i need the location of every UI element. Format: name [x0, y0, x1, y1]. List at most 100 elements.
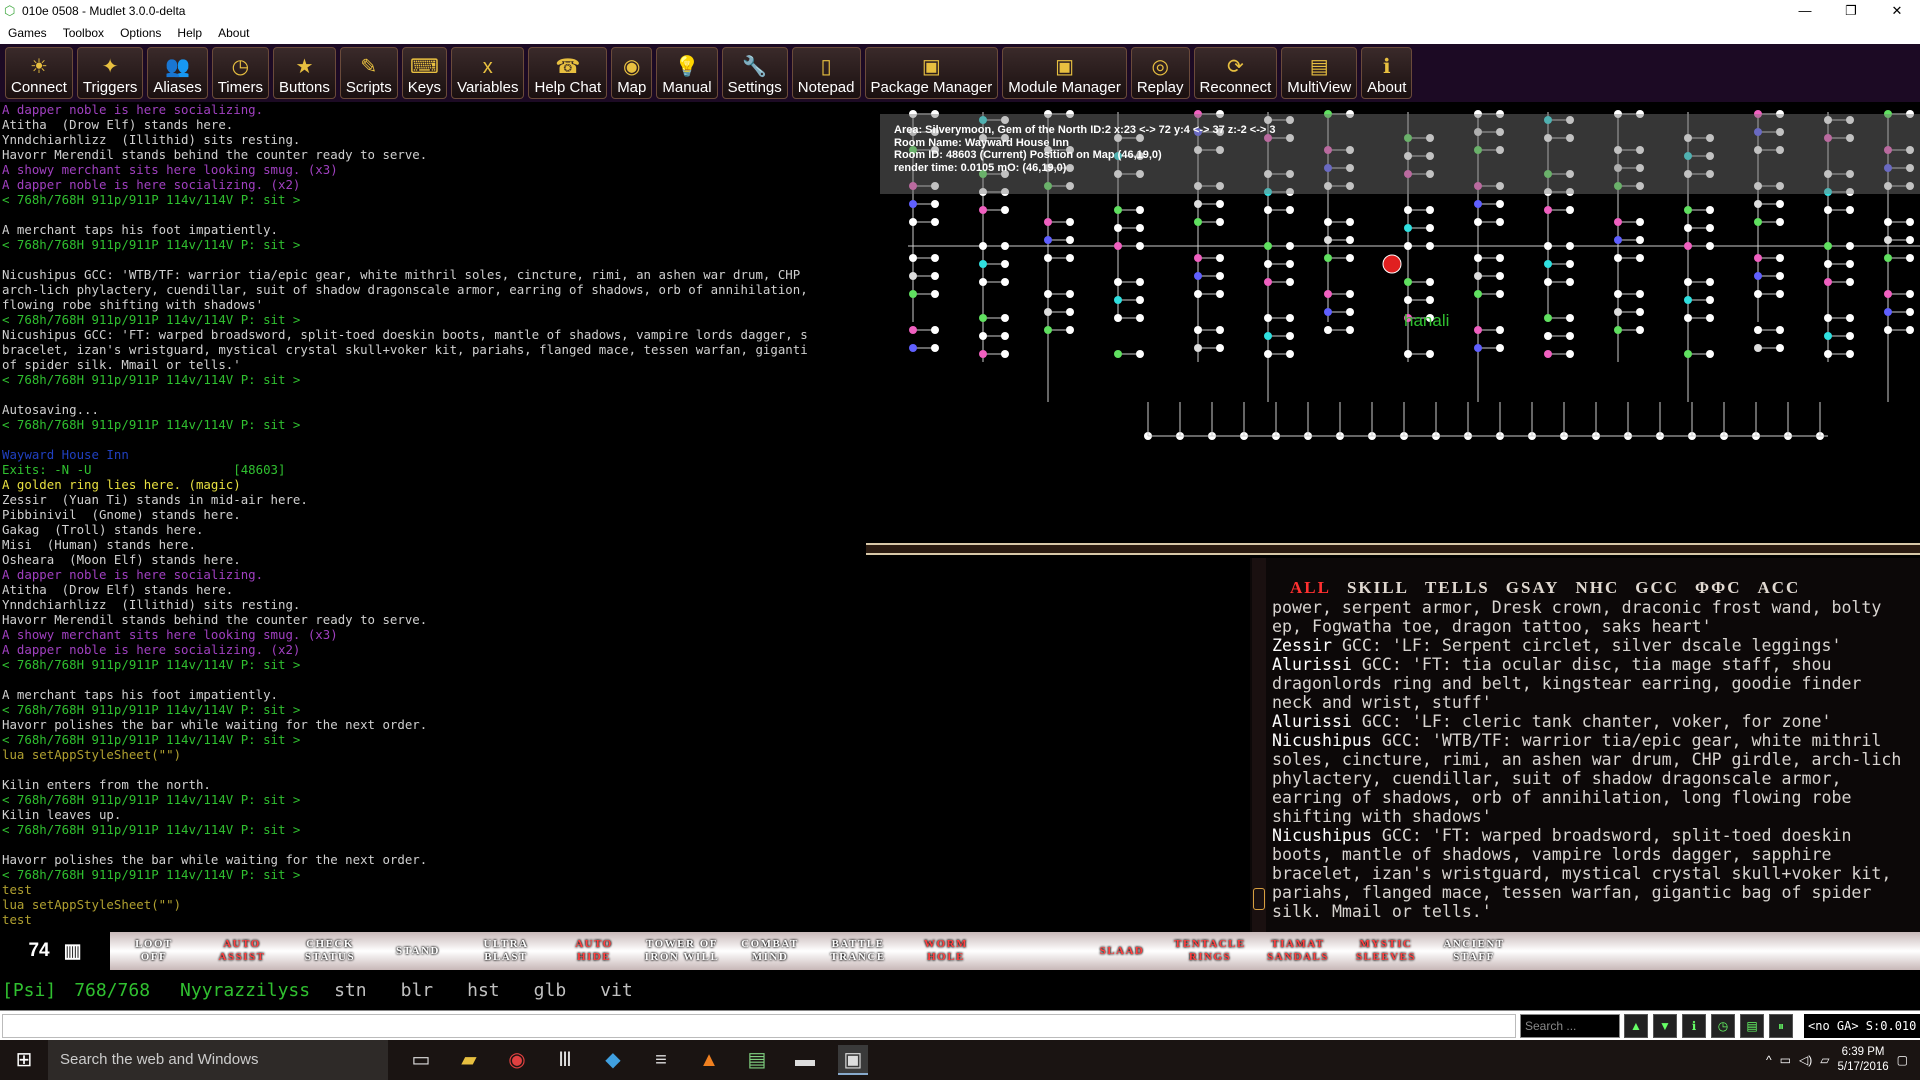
command-input[interactable] [2, 1014, 1516, 1038]
bar-button-tiamat[interactable]: TIAMAT SANDALS [1254, 938, 1342, 964]
volume-icon[interactable]: ◁) [1799, 1053, 1812, 1067]
close-button[interactable]: ✕ [1874, 0, 1920, 22]
terminal-icon[interactable]: ▬ [790, 1045, 820, 1075]
menu-toolbox[interactable]: Toolbox [55, 26, 112, 40]
toolbar-timers-button[interactable]: ◷ Timers [211, 47, 269, 99]
bar-button-combat[interactable]: COMBAT MIND [726, 938, 814, 964]
chat-tab-skill[interactable]: SKILL [1347, 578, 1409, 598]
search-input[interactable]: Search ... [1520, 1014, 1620, 1038]
toolbar-map-button[interactable]: ◉ Map [611, 47, 653, 99]
bar-button-worm[interactable]: WORM HOLE [902, 938, 990, 964]
bar-button-battle[interactable]: BATTLE TRANCE [814, 938, 902, 964]
tray-chevron-icon[interactable]: ^ [1766, 1053, 1772, 1067]
maximize-button[interactable]: ❐ [1828, 0, 1874, 22]
toolbar-settings-button[interactable]: 🔧 Settings [721, 47, 788, 99]
menu-help[interactable]: Help [169, 26, 210, 40]
network-icon[interactable]: ▭ [1780, 1053, 1791, 1067]
database-icon[interactable]: ≡ [646, 1045, 676, 1075]
toolbar-variables-button[interactable]: x Variables [451, 47, 525, 99]
menu-about[interactable]: About [210, 26, 257, 40]
status-cmd-stn[interactable]: stn [334, 980, 367, 1001]
status-cmd-vit[interactable]: vit [600, 980, 633, 1001]
chat-tab-acc[interactable]: ACC [1757, 578, 1800, 598]
bar-button-tentacle[interactable]: TENTACLE RINGS [1166, 938, 1254, 964]
status-cmd-hst[interactable]: hst [467, 980, 500, 1001]
bar-button-mystic[interactable]: MYSTIC SLEEVES [1342, 938, 1430, 964]
input-buttons: ▲ ▼ ℹ ◷ ▤ ⏸ [1624, 1014, 1793, 1038]
minimize-button[interactable]: — [1782, 0, 1828, 22]
trash-icon[interactable]: ▥ [64, 940, 82, 963]
bar-button-stand[interactable]: STAND [374, 945, 462, 958]
notepad-icon[interactable]: ▤ [742, 1045, 772, 1075]
chat-tab-all[interactable]: ALL [1290, 578, 1331, 598]
map-room [1776, 290, 1784, 298]
timer-icon[interactable]: ◷ [1711, 1014, 1735, 1038]
up-arrow-icon[interactable]: ▲ [1624, 1014, 1648, 1038]
map-room [1346, 254, 1354, 262]
bar-button-auto[interactable]: AUTO HIDE [550, 938, 638, 964]
clock[interactable]: 6:39 PM 5/17/2016 [1837, 1045, 1888, 1075]
toolbar-help-chat-button[interactable]: ☎ Help Chat [528, 47, 608, 99]
vlc-icon[interactable]: ▲ [694, 1045, 724, 1075]
map-room [1636, 308, 1644, 316]
toolbar-triggers-button[interactable]: ✦ Triggers [76, 47, 144, 99]
chat-tab-tells[interactable]: TELLS [1425, 578, 1490, 598]
menu-options[interactable]: Options [112, 26, 169, 40]
toolbar-manual-button[interactable]: 💡 Manual [656, 47, 718, 99]
bar-button-tower-of[interactable]: TOWER OF IRON WILL [638, 938, 726, 964]
chat-scroll-thumb[interactable] [1253, 888, 1265, 910]
toolbar-scripts-button[interactable]: ✎ Scripts [339, 47, 398, 99]
toolbar-module-manager-button[interactable]: ▣ Module Manager [1002, 47, 1127, 99]
notifications-icon[interactable]: ▢ [1897, 1053, 1908, 1067]
mapper[interactable]: hanali Area: Silverymoon, Gem of the Nor… [868, 102, 1920, 542]
toolbar-about-button[interactable]: ℹ About [1361, 47, 1413, 99]
toolbar-reconnect-button[interactable]: ⟳ Reconnect [1193, 47, 1278, 99]
emergency-stop-icon[interactable]: ⏸ [1769, 1014, 1793, 1038]
console-line: Atitha (Drow Elf) stands here. [2, 117, 234, 132]
info-icon[interactable]: ℹ [1682, 1014, 1706, 1038]
chat-tab-gcc[interactable]: GCC [1635, 578, 1679, 598]
log-icon[interactable]: ▤ [1740, 1014, 1764, 1038]
console-line: Havorr Merendil stands behind the counte… [2, 612, 428, 627]
taskbar-search[interactable]: Search the web and Windows [48, 1040, 388, 1080]
status-cmd-glb[interactable]: glb [534, 980, 567, 1001]
toolbar-replay-button[interactable]: ◎ Replay [1130, 47, 1190, 99]
variables-icon: x [482, 56, 493, 78]
task-view-icon[interactable]: ▭ [406, 1045, 436, 1075]
message-icon[interactable]: ▱ [1820, 1053, 1829, 1067]
map-room [1754, 344, 1762, 352]
status-cmd-blr[interactable]: blr [401, 980, 434, 1001]
app-diamond-icon[interactable]: ◆ [598, 1045, 628, 1075]
bar-button-check[interactable]: CHECK STATUS [286, 938, 374, 964]
menu-games[interactable]: Games [0, 26, 55, 40]
bar-button-loot[interactable]: LOOT OFF [110, 938, 198, 964]
bar-button-slaad[interactable]: SLAAD [1078, 945, 1166, 958]
down-arrow-icon[interactable]: ▼ [1653, 1014, 1677, 1038]
toolbar-package-manager-button[interactable]: ▣ Package Manager [864, 47, 999, 99]
main-console[interactable]: A dapper noble is here socializing. Atith… [0, 102, 868, 932]
chat-tab-nhc[interactable]: NHC [1575, 578, 1619, 598]
bar-button-auto[interactable]: AUTO ASSIST [198, 938, 286, 964]
toolbar-connect-button[interactable]: ☀ Connect [5, 47, 73, 99]
library-icon[interactable]: Ⅲ [550, 1045, 580, 1075]
toolbar-label: Reconnect [1199, 79, 1272, 96]
map-room [1324, 218, 1332, 226]
toolbar-notepad-button[interactable]: ▯ Notepad [791, 47, 861, 99]
file-explorer-icon[interactable]: ▰ [454, 1045, 484, 1075]
toolbar-multiview-button[interactable]: ▤ MultiView [1281, 47, 1358, 99]
toolbar-label: Connect [11, 79, 67, 96]
toolbar-aliases-button[interactable]: 👥 Aliases [147, 47, 208, 99]
bar-button-ultra[interactable]: ULTRA BLAST [462, 938, 550, 964]
toolbar-buttons-button[interactable]: ★ Buttons [272, 47, 336, 99]
chat-scrollbar[interactable] [1252, 558, 1266, 932]
bar-button-ancient[interactable]: ANCIENT STAFF [1430, 938, 1518, 964]
chat-tab-φφc[interactable]: ΦΦC [1695, 578, 1741, 598]
map-splitter[interactable] [866, 543, 1920, 555]
chrome-icon[interactable]: ◉ [502, 1045, 532, 1075]
map-room [1286, 350, 1294, 358]
map-room [1684, 296, 1692, 304]
toolbar-keys-button[interactable]: ⌨ Keys [401, 47, 448, 99]
chat-tab-gsay[interactable]: GSAY [1506, 578, 1560, 598]
windows-start-icon[interactable]: ⊞ [0, 1040, 48, 1080]
mudlet-task-icon[interactable]: ▣ [838, 1045, 868, 1075]
